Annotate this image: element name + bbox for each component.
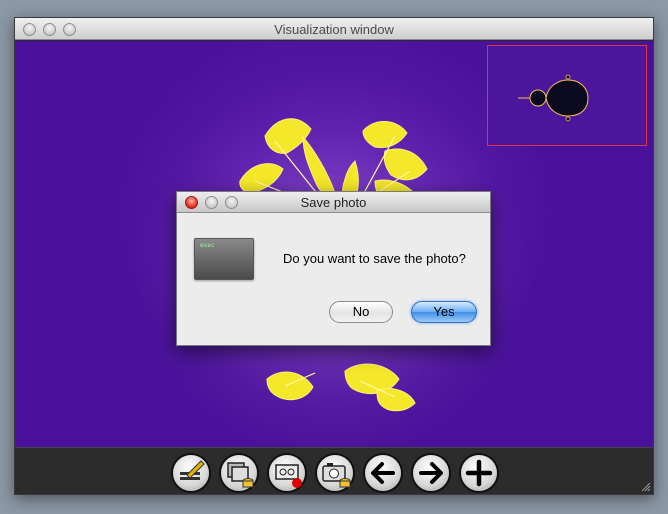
dialog-message: Do you want to save the photo?	[283, 251, 466, 266]
camera-save-icon[interactable]	[315, 453, 355, 493]
minimap-overview[interactable]	[487, 45, 647, 146]
resize-grip-icon[interactable]	[640, 481, 651, 492]
arrow-left-icon[interactable]	[363, 453, 403, 493]
window-titlebar[interactable]: Visualization window	[15, 18, 653, 40]
terminal-icon-text: exec	[200, 242, 215, 249]
save-photo-dialog: Save photo exec Do you want to save the …	[176, 191, 491, 346]
plus-icon[interactable]	[459, 453, 499, 493]
no-button[interactable]: No	[329, 301, 393, 323]
layers-save-icon[interactable]	[219, 453, 259, 493]
bottom-toolbar	[15, 447, 653, 494]
terminal-icon: exec	[194, 238, 254, 280]
draw-icon[interactable]	[171, 453, 211, 493]
arrow-right-icon[interactable]	[411, 453, 451, 493]
record-icon[interactable]	[267, 453, 307, 493]
yes-button[interactable]: Yes	[411, 301, 477, 323]
dialog-title: Save photo	[300, 195, 367, 210]
window-title: Visualization window	[274, 22, 394, 37]
dialog-titlebar[interactable]: Save photo	[177, 192, 490, 213]
mandelbrot-thumbnail	[518, 74, 589, 122]
